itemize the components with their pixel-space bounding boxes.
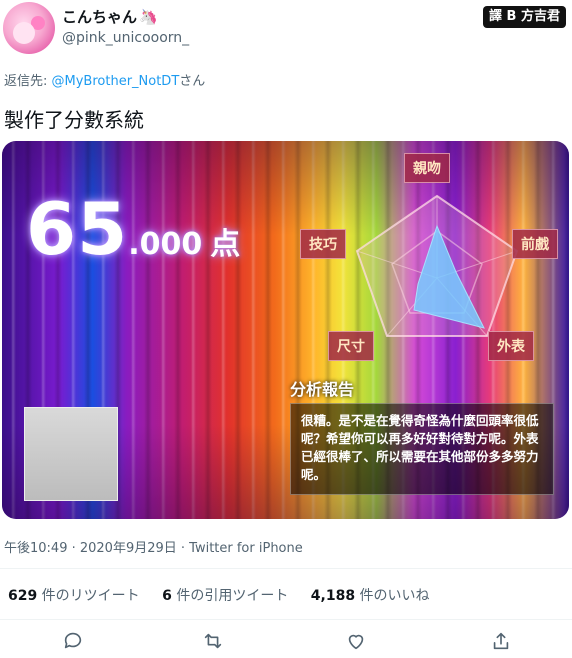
- photo-placeholder: [24, 407, 118, 501]
- display-name[interactable]: こんちゃん 🦄: [62, 6, 158, 27]
- reply-to-line: 返信先: @MyBrother_NotDTさん: [4, 74, 206, 89]
- report-box: 很糟。是不是在覺得奇怪為什麼回頭率很低呢？希望你可以再多好好對待對方呢。外表已經…: [290, 403, 554, 495]
- stat-label-right-upper: 前戲: [512, 229, 558, 259]
- divider: [0, 619, 572, 620]
- tweet-timestamp[interactable]: 午後10:49 · 2020年9月29日 · Twitter for iPhon…: [4, 537, 303, 556]
- stat-label-left-lower: 尺寸: [328, 331, 374, 361]
- tweet-header: こんちゃん 🦄 @pink_unicooorn_ 譯 B 方吉君: [0, 0, 572, 60]
- score-display: 65.000 点: [26, 187, 240, 271]
- divider: [0, 568, 572, 569]
- action-bar: [0, 630, 572, 656]
- stat-label-right-lower: 外表: [488, 331, 534, 361]
- engagement-stats: 629 件のリツイート 6 件の引用ツイート 4,188 件のいいね: [8, 585, 448, 605]
- like-icon[interactable]: [343, 630, 369, 656]
- report-text: 很糟。是不是在覺得奇怪為什麼回頭率很低呢？希望你可以再多好好對待對方呢。外表已經…: [301, 413, 539, 482]
- reply-mention-link[interactable]: @MyBrother_NotDT: [52, 74, 180, 89]
- translator-badge: 譯 B 方吉君: [483, 6, 566, 28]
- score-decimal: .000: [128, 227, 203, 262]
- quote-count-link[interactable]: 6 件の引用ツイート: [162, 588, 288, 604]
- unicorn-icon: 🦄: [139, 8, 158, 26]
- like-count-link[interactable]: 4,188 件のいいね: [311, 588, 430, 604]
- share-icon[interactable]: [488, 630, 514, 656]
- radar-chart: [355, 194, 519, 337]
- tweet-text: 製作了分數系統: [4, 108, 144, 132]
- report-title: 分析報告: [290, 380, 355, 399]
- user-handle[interactable]: @pink_unicooorn_: [62, 30, 189, 46]
- retweet-icon[interactable]: [200, 630, 226, 656]
- avatar[interactable]: [3, 2, 55, 54]
- stat-label-left-upper: 技巧: [300, 229, 346, 259]
- score-unit: 点: [210, 227, 241, 262]
- score-integer: 65: [26, 187, 129, 271]
- tweet-image[interactable]: 65.000 点 親吻 前戲 外表 尺寸 技巧 分析報告 很糟。是不是在覺得奇怪為…: [2, 141, 569, 519]
- retweet-count-link[interactable]: 629 件のリツイート: [8, 588, 140, 604]
- stat-label-top: 親吻: [404, 153, 450, 183]
- reply-icon[interactable]: [60, 630, 86, 656]
